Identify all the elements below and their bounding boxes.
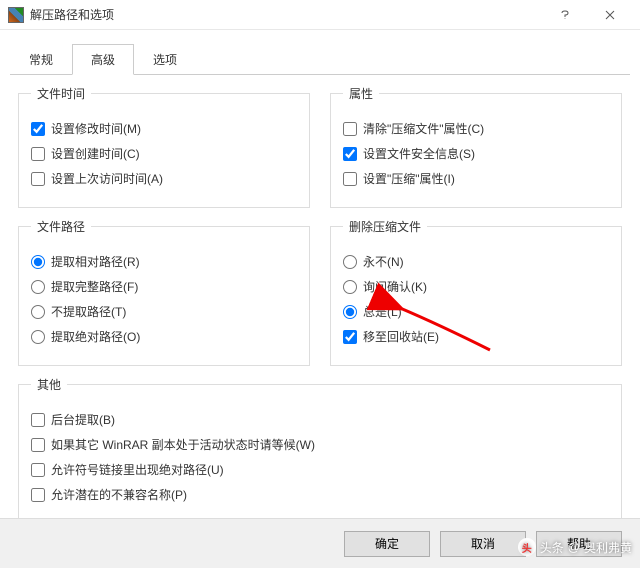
legend-file-path: 文件路径: [31, 218, 91, 235]
checkbox-set-security[interactable]: [343, 147, 357, 161]
radio-path-relative[interactable]: [31, 255, 45, 269]
legend-file-time: 文件时间: [31, 85, 91, 102]
checkbox-incompat-names[interactable]: [31, 488, 45, 502]
checkbox-background[interactable]: [31, 413, 45, 427]
watermark-icon: 头: [518, 538, 536, 556]
close-button[interactable]: [587, 0, 632, 30]
window-title: 解压路径和选项: [30, 6, 114, 23]
radio-path-none[interactable]: [31, 305, 45, 319]
label-symlink-abs: 允许符号链接里出现绝对路径(U): [51, 461, 224, 478]
label-clear-archive-attr: 清除"压缩文件"属性(C): [363, 120, 484, 137]
label-set-compressed-attr: 设置"压缩"属性(I): [363, 170, 455, 187]
label-path-none: 不提取路径(T): [51, 303, 126, 320]
radio-delete-always[interactable]: [343, 305, 357, 319]
label-background: 后台提取(B): [51, 411, 115, 428]
label-path-absolute: 提取绝对路径(O): [51, 328, 140, 345]
label-path-full: 提取完整路径(F): [51, 278, 138, 295]
tab-options[interactable]: 选项: [134, 44, 196, 75]
group-other: 其他 后台提取(B) 如果其它 WinRAR 副本处于活动状态时请等候(W) 允…: [18, 376, 622, 524]
watermark-at: @: [568, 540, 580, 554]
label-set-create-time: 设置创建时间(C): [51, 145, 140, 162]
watermark: 头 头条 @ 奥利弗黄: [518, 538, 632, 556]
radio-path-absolute[interactable]: [31, 330, 45, 344]
titlebar: 解压路径和选项: [0, 0, 640, 30]
checkbox-clear-archive-attr[interactable]: [343, 122, 357, 136]
legend-delete-archive: 删除压缩文件: [343, 218, 427, 235]
help-button[interactable]: [542, 0, 587, 30]
legend-other: 其他: [31, 376, 67, 393]
radio-path-full[interactable]: [31, 280, 45, 294]
cancel-button[interactable]: 取消: [440, 531, 526, 557]
group-file-time: 文件时间 设置修改时间(M) 设置创建时间(C) 设置上次访问时间(A): [18, 85, 310, 208]
checkbox-set-access-time[interactable]: [31, 172, 45, 186]
checkbox-move-to-recycle[interactable]: [343, 330, 357, 344]
label-move-to-recycle: 移至回收站(E): [363, 328, 439, 345]
checkbox-symlink-abs[interactable]: [31, 463, 45, 477]
radio-delete-never[interactable]: [343, 255, 357, 269]
tab-general[interactable]: 常规: [10, 44, 72, 75]
app-icon: [8, 7, 24, 23]
checkbox-set-modify-time[interactable]: [31, 122, 45, 136]
label-path-relative: 提取相对路径(R): [51, 253, 140, 270]
label-set-access-time: 设置上次访问时间(A): [51, 170, 163, 187]
checkbox-wait-other[interactable]: [31, 438, 45, 452]
group-attributes: 属性 清除"压缩文件"属性(C) 设置文件安全信息(S) 设置"压缩"属性(I): [330, 85, 622, 208]
group-file-path: 文件路径 提取相对路径(R) 提取完整路径(F) 不提取路径(T) 提取绝对路径…: [18, 218, 310, 366]
label-set-modify-time: 设置修改时间(M): [51, 120, 141, 137]
label-delete-never: 永不(N): [363, 253, 404, 270]
label-delete-always: 总是(L): [363, 303, 402, 320]
tab-bar: 常规 高级 选项: [0, 44, 640, 75]
ok-button[interactable]: 确定: [344, 531, 430, 557]
tab-advanced[interactable]: 高级: [72, 44, 134, 75]
label-set-security: 设置文件安全信息(S): [363, 145, 475, 162]
label-delete-ask: 询问确认(K): [363, 278, 427, 295]
watermark-user: 奥利弗黄: [584, 539, 632, 556]
checkbox-set-create-time[interactable]: [31, 147, 45, 161]
label-wait-other: 如果其它 WinRAR 副本处于活动状态时请等候(W): [51, 436, 315, 453]
watermark-prefix: 头条: [540, 539, 564, 556]
group-delete-archive: 删除压缩文件 永不(N) 询问确认(K) 总是(L) 移至回收站(E): [330, 218, 622, 366]
radio-delete-ask[interactable]: [343, 280, 357, 294]
checkbox-set-compressed-attr[interactable]: [343, 172, 357, 186]
legend-attributes: 属性: [343, 85, 379, 102]
label-incompat-names: 允许潜在的不兼容名称(P): [51, 486, 187, 503]
